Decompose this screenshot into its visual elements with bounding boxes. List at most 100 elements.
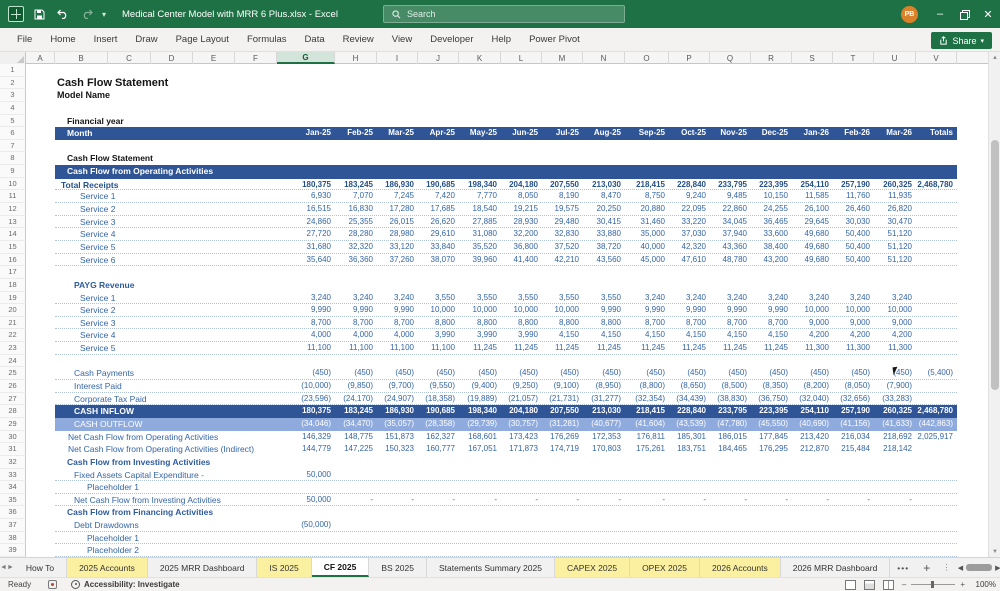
cell[interactable]: (40,690)	[792, 418, 833, 431]
row-label[interactable]: Service 5	[55, 342, 277, 354]
cell[interactable]: 28,980	[377, 228, 418, 240]
horizontal-scrollbar[interactable]: ◀ ▶	[958, 558, 1000, 577]
column-header-V[interactable]: V	[916, 52, 957, 64]
cell[interactable]: 8,800	[501, 317, 542, 329]
cell[interactable]: (450)	[335, 367, 377, 379]
cell[interactable]: 9,990	[377, 304, 418, 316]
cell[interactable]: 233,795	[710, 405, 751, 418]
cell[interactable]: (31,277)	[583, 393, 625, 405]
column-header-Q[interactable]: Q	[710, 52, 751, 64]
cell[interactable]: 7,070	[335, 190, 377, 202]
ribbon-tab-view[interactable]: View	[383, 28, 421, 52]
column-header-K[interactable]: K	[459, 52, 501, 64]
cell[interactable]	[916, 494, 957, 506]
cell[interactable]: (40,677)	[583, 418, 625, 431]
horizontal-scrollbar-thumb[interactable]	[966, 564, 992, 571]
row-label[interactable]	[55, 64, 277, 77]
cell[interactable]	[335, 519, 377, 531]
cell[interactable]: 183,245	[335, 179, 377, 190]
cell[interactable]: 35,640	[277, 254, 335, 266]
ribbon-tab-data[interactable]: Data	[296, 28, 334, 52]
undo-icon[interactable]	[54, 5, 72, 23]
cell[interactable]: (7,900)	[874, 380, 916, 392]
cell[interactable]: 3,240	[710, 292, 751, 304]
cell[interactable]: 3,550	[418, 292, 459, 304]
cell[interactable]: 4,150	[751, 329, 792, 341]
row-header-26[interactable]: 26	[0, 380, 26, 393]
row-header-28[interactable]: 28	[0, 405, 26, 418]
cell[interactable]: 38,720	[583, 241, 625, 253]
ribbon-tab-developer[interactable]: Developer	[421, 28, 482, 52]
cell[interactable]: 8,800	[418, 317, 459, 329]
cell[interactable]: 32,200	[501, 228, 542, 240]
cell[interactable]	[26, 304, 55, 317]
cell[interactable]: 186,930	[377, 179, 418, 190]
cell[interactable]: 30,415	[583, 216, 625, 228]
zoom-slider-knob[interactable]	[931, 581, 934, 588]
cell[interactable]: 176,811	[625, 431, 669, 444]
column-header-N[interactable]: N	[583, 52, 625, 64]
cell[interactable]	[26, 405, 55, 418]
cell[interactable]: 37,030	[669, 228, 710, 240]
cell[interactable]	[916, 241, 957, 253]
cell[interactable]: Jul-25	[542, 127, 583, 140]
cell[interactable]: 11,300	[874, 342, 916, 354]
cell[interactable]: (450)	[418, 367, 459, 379]
cell[interactable]: Apr-25	[418, 127, 459, 140]
cell[interactable]	[26, 317, 55, 330]
cell[interactable]	[26, 544, 55, 557]
cell[interactable]: 168,601	[459, 431, 501, 444]
cell[interactable]: May-25	[459, 127, 501, 140]
cell[interactable]: (50,000)	[277, 519, 335, 531]
row-label[interactable]: Cash Flow from Investing Activities	[55, 456, 277, 469]
cell[interactable]: -	[710, 494, 751, 506]
cell[interactable]: (9,700)	[377, 380, 418, 392]
row-label[interactable]: Interest Paid	[55, 380, 277, 392]
cell[interactable]	[26, 102, 55, 115]
accessibility-status[interactable]: Accessibility: Investigate	[71, 580, 180, 589]
cell[interactable]: Totals	[916, 127, 957, 140]
cell[interactable]: (9,850)	[335, 380, 377, 392]
sheet-tab-opex-2025[interactable]: OPEX 2025	[630, 558, 700, 577]
row-header-33[interactable]: 33	[0, 469, 26, 482]
row-label[interactable]: Net Cash Flow from Operating Activities …	[55, 443, 277, 456]
cell[interactable]: 37,260	[377, 254, 418, 266]
cell[interactable]: (9,400)	[459, 380, 501, 392]
cell[interactable]: 3,990	[459, 329, 501, 341]
cell[interactable]: 162,327	[418, 431, 459, 444]
cell[interactable]: 176,295	[751, 443, 792, 456]
cell[interactable]: 9,990	[669, 304, 710, 316]
ribbon-tab-file[interactable]: File	[8, 28, 41, 52]
sheet-tab-2026-mrr-dashboard[interactable]: 2026 MRR Dashboard	[781, 558, 891, 577]
cell[interactable]: 213,030	[583, 405, 625, 418]
cell[interactable]	[26, 216, 55, 229]
cell[interactable]: 9,000	[792, 317, 833, 329]
cell[interactable]: 10,000	[459, 304, 501, 316]
cell[interactable]	[335, 469, 377, 481]
cell[interactable]: 11,300	[833, 342, 874, 354]
row-label[interactable]: Service 4	[55, 228, 277, 240]
cell[interactable]: 167,051	[459, 443, 501, 456]
cell[interactable]: Dec-25	[751, 127, 792, 140]
cell[interactable]	[916, 342, 957, 354]
cell[interactable]	[916, 380, 957, 392]
cell[interactable]: 36,465	[751, 216, 792, 228]
cell[interactable]: 30,470	[874, 216, 916, 228]
cell[interactable]: 207,550	[542, 179, 583, 190]
cell[interactable]: 26,100	[792, 203, 833, 215]
cell[interactable]: (5,400)	[916, 367, 957, 379]
ribbon-tab-draw[interactable]: Draw	[126, 28, 166, 52]
cell[interactable]	[26, 241, 55, 254]
ribbon-tab-formulas[interactable]: Formulas	[238, 28, 296, 52]
cell[interactable]: 33,600	[751, 228, 792, 240]
cell[interactable]: (450)	[710, 367, 751, 379]
row-header-27[interactable]: 27	[0, 393, 26, 406]
ribbon-tab-review[interactable]: Review	[334, 28, 383, 52]
cell[interactable]: 35,520	[459, 241, 501, 253]
cell[interactable]: (450)	[792, 367, 833, 379]
row-label[interactable]: CASH INFLOW	[55, 405, 277, 418]
cell[interactable]: 17,280	[377, 203, 418, 215]
sheet-nav-right-icon[interactable]: ►	[7, 558, 14, 577]
cell[interactable]: 4,000	[277, 329, 335, 341]
cell[interactable]: (24,170)	[335, 393, 377, 405]
